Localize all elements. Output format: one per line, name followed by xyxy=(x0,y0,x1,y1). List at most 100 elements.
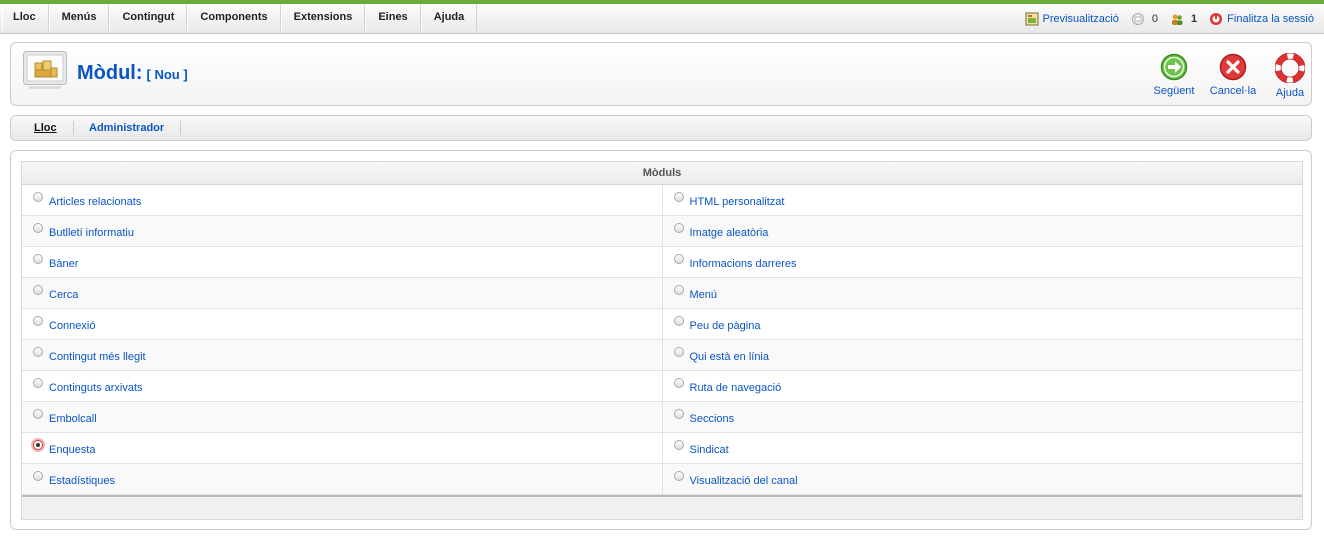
preview-label: Previsualització xyxy=(1042,12,1119,25)
module-option[interactable]: Articles relacionats xyxy=(22,185,663,215)
module-radio[interactable] xyxy=(673,440,684,450)
help-lifebuoy-icon xyxy=(1275,53,1305,83)
status-bar: Previsualització 0 1 Finalitza la sessió xyxy=(1013,4,1314,33)
module-label[interactable]: Embolcall xyxy=(49,413,97,425)
module-option[interactable]: Menú xyxy=(663,278,1303,308)
module-radio[interactable] xyxy=(673,347,684,357)
users-count: 1 xyxy=(1170,12,1197,26)
submenu-lloc[interactable]: Lloc xyxy=(34,122,57,134)
module-radio[interactable] xyxy=(33,192,43,202)
module-radio[interactable] xyxy=(33,440,43,450)
module-radio[interactable] xyxy=(673,223,684,233)
preview-icon xyxy=(1025,12,1038,25)
module-option[interactable]: Bàner xyxy=(22,247,663,277)
module-label[interactable]: HTML personalitzat xyxy=(690,196,785,208)
module-option[interactable]: Continguts arxivats xyxy=(22,371,663,401)
table-row: Continguts arxivats Ruta de navegació xyxy=(22,371,1302,402)
module-label[interactable]: Qui està en línia xyxy=(690,351,770,363)
module-option[interactable]: Estadístiques xyxy=(22,464,663,494)
table-row: Enquesta Sindicat xyxy=(22,433,1302,464)
module-option[interactable]: Ruta de navegació xyxy=(663,371,1303,401)
module-label[interactable]: Contingut més llegit xyxy=(49,351,146,363)
table-row: Contingut més llegit Qui està en línia xyxy=(22,340,1302,371)
preview-link[interactable]: Previsualització xyxy=(1025,12,1119,26)
module-radio[interactable] xyxy=(673,192,684,202)
arrow-right-icon xyxy=(1160,53,1188,81)
module-option[interactable]: Sindicat xyxy=(663,433,1303,463)
module-radio[interactable] xyxy=(33,316,43,326)
submenu-administrador[interactable]: Administrador xyxy=(89,122,164,134)
users-icon xyxy=(1172,14,1183,25)
help-button[interactable]: Ajuda xyxy=(1260,53,1320,99)
module-radio[interactable] xyxy=(673,409,684,419)
module-icon xyxy=(23,51,67,89)
module-radio[interactable] xyxy=(673,471,684,481)
module-label[interactable]: Peu de pàgina xyxy=(690,320,761,332)
module-label[interactable]: Bàner xyxy=(49,258,78,270)
help-label: Ajuda xyxy=(1275,87,1305,99)
module-radio[interactable] xyxy=(673,254,684,264)
module-radio[interactable] xyxy=(33,471,43,481)
module-option[interactable]: Enquesta xyxy=(22,433,663,463)
module-radio[interactable] xyxy=(33,347,43,357)
menu-item-ajuda[interactable]: Ajuda xyxy=(420,4,478,31)
menu-item-extensions[interactable]: Extensions xyxy=(280,4,366,31)
menu-item-menus[interactable]: Menús xyxy=(48,4,110,31)
module-label[interactable]: Informacions darreres xyxy=(690,258,797,270)
next-button[interactable]: Següent xyxy=(1144,53,1204,97)
logout-link[interactable]: Finalitza la sessió xyxy=(1209,12,1314,26)
module-label[interactable]: Cerca xyxy=(49,289,78,301)
module-option[interactable]: Contingut més llegit xyxy=(22,340,663,370)
cancel-button[interactable]: Cancel·la xyxy=(1203,53,1263,97)
module-radio[interactable] xyxy=(673,285,684,295)
module-radio[interactable] xyxy=(673,378,684,388)
menu-item-components[interactable]: Components xyxy=(187,4,281,31)
menu-item-eines[interactable]: Eines xyxy=(365,4,421,31)
module-label[interactable]: Visualització del canal xyxy=(690,475,798,487)
submenu-divider xyxy=(180,121,181,135)
module-radio[interactable] xyxy=(33,254,43,264)
module-label[interactable]: Imatge aleatòria xyxy=(690,227,769,239)
top-menu-bar: Lloc Menús Contingut Components Extensio… xyxy=(0,4,1324,34)
module-option[interactable]: Cerca xyxy=(22,278,663,308)
page-title-text: Mòdul: xyxy=(77,62,143,84)
module-radio[interactable] xyxy=(33,378,43,388)
module-label[interactable]: Enquesta xyxy=(49,444,95,456)
module-radio[interactable] xyxy=(673,316,684,326)
module-label[interactable]: Butlletí informatiu xyxy=(49,227,134,239)
module-option[interactable]: Visualització del canal xyxy=(663,464,1303,494)
module-label[interactable]: Sindicat xyxy=(690,444,729,456)
module-radio[interactable] xyxy=(33,285,43,295)
table-row: Cerca Menú xyxy=(22,278,1302,309)
module-option[interactable]: Qui està en línia xyxy=(663,340,1303,370)
submenu-divider xyxy=(73,121,74,135)
table-row: Embolcall Seccions xyxy=(22,402,1302,433)
module-radio[interactable] xyxy=(33,409,43,419)
module-label[interactable]: Estadístiques xyxy=(49,475,115,487)
table-row: Articles relacionats HTML personalitzat xyxy=(22,185,1302,216)
menu-item-lloc[interactable]: Lloc xyxy=(2,4,49,31)
module-label[interactable]: Ruta de navegació xyxy=(690,382,782,394)
module-label[interactable]: Seccions xyxy=(690,413,735,425)
messages-count-value: 0 xyxy=(1151,12,1159,25)
users-count-value: 1 xyxy=(1191,12,1198,25)
table-row: Connexió Peu de pàgina xyxy=(22,309,1302,340)
module-option[interactable]: Peu de pàgina xyxy=(663,309,1303,339)
table-row: Butlletí informatiu Imatge aleatòria xyxy=(22,216,1302,247)
module-option[interactable]: HTML personalitzat xyxy=(663,185,1303,215)
module-option[interactable]: Imatge aleatòria xyxy=(663,216,1303,246)
module-label[interactable]: Menú xyxy=(690,289,718,301)
module-option[interactable]: Connexió xyxy=(22,309,663,339)
menu-item-contingut[interactable]: Contingut xyxy=(109,4,188,31)
module-option[interactable]: Seccions xyxy=(663,402,1303,432)
module-label[interactable]: Connexió xyxy=(49,320,95,332)
module-option[interactable]: Informacions darreres xyxy=(663,247,1303,277)
module-option[interactable]: Embolcall xyxy=(22,402,663,432)
module-label[interactable]: Articles relacionats xyxy=(49,196,141,208)
module-label[interactable]: Continguts arxivats xyxy=(49,382,143,394)
main-menu: Lloc Menús Contingut Components Extensio… xyxy=(2,4,478,33)
module-option[interactable]: Butlletí informatiu xyxy=(22,216,663,246)
messages-count[interactable]: 0 xyxy=(1131,12,1158,26)
module-radio[interactable] xyxy=(33,223,43,233)
table-footer xyxy=(22,495,1302,519)
